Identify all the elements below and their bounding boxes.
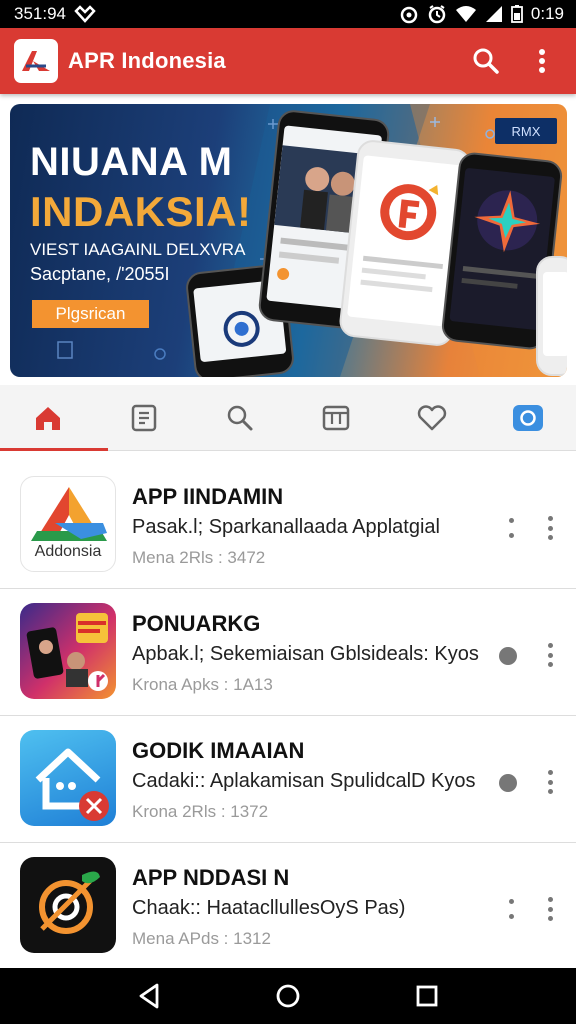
grid-icon [322, 405, 350, 430]
smart-home-icon [35, 748, 109, 821]
camera-icon [513, 404, 543, 431]
target-leaf-icon [39, 871, 100, 934]
app-meta: Mena 2Rls : 3472 [132, 548, 266, 567]
tab-apps[interactable] [306, 388, 366, 448]
drag-handle-icon[interactable] [505, 899, 517, 919]
apr-logo-icon [22, 51, 50, 71]
alarm-icon [400, 6, 418, 24]
document-icon [131, 404, 157, 431]
app-description: Cadaki:: Aplakamisan SpulidcalD Kyos [132, 770, 476, 792]
app-list: Addonsia APP IINDAMIN Pasak.l; Sparkanal… [0, 462, 576, 970]
notification-icon [74, 5, 96, 23]
heart-icon [417, 404, 447, 430]
banner-headline-1: NIUANA M [30, 140, 233, 184]
app-icon [20, 603, 116, 699]
battery-icon [511, 5, 523, 23]
home-circle-icon[interactable] [274, 982, 302, 1010]
wifi-icon [455, 6, 476, 22]
promo-banner[interactable]: NIUANA M INDAKSIA! VIEST IAAGAINL DELXVR… [10, 104, 567, 377]
more-vert-icon[interactable] [544, 897, 556, 921]
search-button[interactable] [466, 41, 506, 81]
back-icon[interactable] [135, 982, 163, 1010]
app-name: GODIK IMAAIAN [132, 738, 305, 763]
drag-handle-icon[interactable] [505, 518, 517, 538]
app-name: APP NDDASI N [132, 865, 290, 890]
app-name: PONUARKG [132, 611, 261, 636]
banner-subtitle-2: Sacptane, /'2055I [30, 264, 170, 284]
list-item[interactable]: GODIK IMAAIAN Cadaki:: Aplakamisan Spuli… [0, 716, 576, 843]
system-navigation-bar [0, 968, 576, 1024]
app-icon [20, 730, 116, 826]
tab-documents[interactable] [114, 388, 174, 448]
tab-search[interactable] [210, 388, 270, 448]
app-icon-caption: Addonsia [34, 543, 102, 560]
banner-subtitle-1: VIEST IAAGAINL DELXVRA [30, 240, 246, 259]
clock-icon [428, 5, 446, 24]
app-bar: APR Indonesia [0, 28, 576, 94]
recent-apps-icon[interactable] [413, 982, 441, 1010]
tab-home[interactable] [0, 388, 108, 451]
more-vert-icon[interactable] [544, 516, 556, 540]
app-meta: Krona Apks : 1A13 [132, 675, 273, 694]
more-vert-icon[interactable] [544, 770, 556, 794]
more-options-button[interactable] [522, 41, 562, 81]
search-icon [473, 48, 499, 74]
more-vert-icon [539, 49, 545, 73]
app-logo [14, 39, 58, 83]
tab-camera[interactable] [498, 388, 558, 448]
banner-cta-button[interactable]: Plgsrican [32, 300, 149, 328]
app-title: APR Indonesia [68, 48, 226, 73]
triangle-logo-icon [31, 487, 107, 541]
phone-mockup-4 [536, 256, 567, 376]
app-meta: Mena APds : 1312 [132, 929, 271, 948]
status-time-right: 0:19 [530, 4, 564, 23]
signal-icon [485, 6, 502, 22]
status-bar: 351:94 0:19 [0, 0, 576, 28]
app-description: Chaak:: HaatacllullesOyS Pas) [132, 897, 406, 919]
app-icon: Addonsia [20, 476, 116, 572]
tab-favorites[interactable] [402, 388, 462, 448]
app-description: Apbak.l; Sekemiaisan Gblsideals: Kyos [132, 643, 479, 665]
banner-headline-2: INDAKSIA! [30, 188, 252, 235]
home-icon [36, 406, 60, 430]
search-icon [227, 405, 253, 430]
app-name: APP IINDAMIN [132, 484, 284, 509]
app-description: Pasak.l; Sparkanallaada Applatgial [132, 516, 440, 538]
app-meta: Krona 2Rls : 1372 [132, 802, 269, 821]
list-item[interactable]: APP NDDASI N Chaak:: HaatacllullesOyS Pa… [0, 843, 576, 970]
media-collage-icon [26, 613, 108, 691]
list-item[interactable]: PONUARKG Apbak.l; Sekemiaisan Gblsideals… [0, 589, 576, 716]
list-item[interactable]: Addonsia APP IINDAMIN Pasak.l; Sparkanal… [0, 462, 576, 589]
banner-badge: RMX [495, 118, 557, 144]
more-vert-icon[interactable] [544, 643, 556, 667]
app-icon [20, 857, 116, 953]
arrow-badge-icon [499, 774, 517, 792]
status-time-left: 351:94 [14, 4, 66, 23]
category-tabs [0, 385, 576, 451]
arrow-badge-icon [499, 647, 517, 665]
